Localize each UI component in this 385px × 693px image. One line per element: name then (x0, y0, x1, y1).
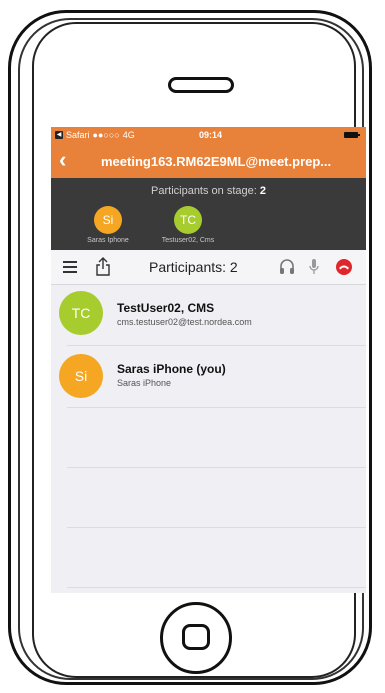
avatar: Si (94, 206, 122, 234)
stage-participant[interactable]: Si Saras Iphone (73, 206, 143, 244)
home-button-icon (182, 624, 210, 650)
participant-name: TestUser02, CMS (117, 301, 215, 315)
status-time: 09:14 (199, 130, 223, 140)
avatar: TC (59, 291, 103, 335)
stage-label-text: Participants on stage: (151, 185, 260, 197)
battery-icon (344, 132, 360, 138)
list-item[interactable]: Si Saras iPhone (you) Saras iPhone (51, 346, 366, 406)
hangup-icon[interactable] (335, 259, 353, 275)
share-icon[interactable] (95, 257, 111, 276)
headset-icon[interactable] (278, 258, 296, 276)
signal-indicator: ●●○○○ (92, 130, 120, 140)
participant-name: Saras iPhone (you) (117, 362, 226, 376)
back-to-app-icon[interactable]: ◀ (55, 131, 63, 139)
stage-participant-name: Testuser02, Cms (161, 237, 215, 244)
divider (67, 407, 366, 408)
stage-panel: Participants on stage: 2 Si Saras Iphone… (51, 178, 366, 250)
stage-participant-name: Saras Iphone (87, 237, 129, 244)
app-screen: ◀ Safari ●●○○○ 4G 09:14 ‹ meeting163.RM6… (51, 127, 366, 593)
stage-count: 2 (259, 185, 266, 197)
list-item[interactable]: TC TestUser02, CMS cms.testuser02@test.n… (51, 285, 366, 345)
meeting-title: meeting163.RM62E9ML@meet.prep... (101, 154, 332, 169)
divider (67, 467, 366, 468)
avatar: TC (174, 206, 202, 234)
menu-icon[interactable] (63, 261, 77, 273)
status-left: ◀ Safari ●●○○○ 4G (55, 130, 135, 140)
status-bar: ◀ Safari ●●○○○ 4G 09:14 (51, 127, 366, 144)
divider (67, 527, 366, 528)
participants-toolbar: Participants: 2 (51, 250, 366, 285)
phone-speaker (168, 77, 234, 93)
participants-count-title: Participants: 2 (149, 259, 238, 275)
carrier-label: Safari (66, 130, 90, 140)
stage-label: Participants on stage: 2 (51, 185, 366, 197)
network-label: 4G (122, 130, 135, 140)
participant-email: cms.testuser02@test.nordea.com (117, 317, 252, 327)
back-button[interactable]: ‹ (59, 148, 66, 172)
avatar: Si (59, 354, 103, 398)
nav-bar: ‹ meeting163.RM62E9ML@meet.prep... (51, 144, 366, 178)
divider (67, 587, 366, 588)
participant-detail: Saras iPhone (117, 378, 172, 388)
stage-participant[interactable]: TC Testuser02, Cms (153, 206, 223, 244)
microphone-icon[interactable] (307, 258, 321, 276)
